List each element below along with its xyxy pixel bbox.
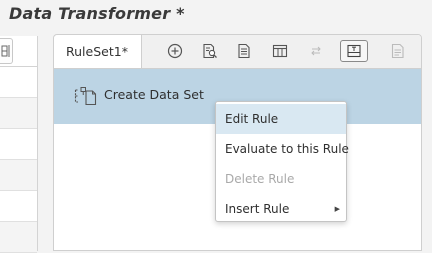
left-list-row[interactable]: [0, 98, 37, 129]
table-button[interactable]: [268, 40, 292, 62]
page-title: Data Transformer *: [9, 4, 185, 23]
swap-arrows-icon: [311, 46, 321, 56]
column-insert-icon: [1, 45, 9, 57]
menu-item-delete-rule: Delete Rule: [225, 172, 295, 186]
add-rule-button[interactable]: [163, 40, 187, 62]
menu-item-evaluate-to-rule[interactable]: Evaluate to this Rule: [216, 134, 349, 164]
document-icon: [238, 43, 250, 59]
rule-label: Create Data Set: [104, 87, 204, 102]
submenu-arrow-icon: ▶: [334, 205, 340, 213]
context-menu: Edit Rule Evaluate to this Rule Delete R…: [215, 101, 349, 224]
left-panel: [0, 36, 38, 253]
left-list-row[interactable]: [0, 67, 37, 98]
menu-item-edit-rule[interactable]: Edit Rule: [216, 104, 346, 134]
document-button[interactable]: [232, 40, 256, 62]
left-list-row[interactable]: [0, 191, 37, 222]
menu-item-label: Insert Rule: [225, 202, 290, 216]
add-circle-icon: [167, 43, 183, 59]
text-box-icon: [347, 44, 361, 58]
left-toolbar: [0, 36, 37, 67]
dataset-create-icon: [74, 86, 98, 110]
search-document-icon: [203, 43, 217, 59]
menu-item-insert-rule[interactable]: Insert Rule ▶: [216, 194, 346, 224]
tab-ruleset1[interactable]: RuleSet1*: [54, 35, 142, 68]
left-panel-button[interactable]: [0, 38, 13, 64]
disabled-list-button[interactable]: [386, 40, 410, 62]
left-list-row[interactable]: [0, 129, 37, 160]
inspect-button[interactable]: [198, 40, 222, 62]
tab-bar: RuleSet1*: [54, 35, 421, 69]
left-list-row[interactable]: [0, 222, 37, 253]
disabled-list-icon: [391, 43, 404, 59]
text-box-button[interactable]: [340, 40, 368, 62]
left-list-row[interactable]: [0, 160, 37, 191]
table-icon: [272, 44, 288, 58]
swap-button[interactable]: [304, 40, 328, 62]
